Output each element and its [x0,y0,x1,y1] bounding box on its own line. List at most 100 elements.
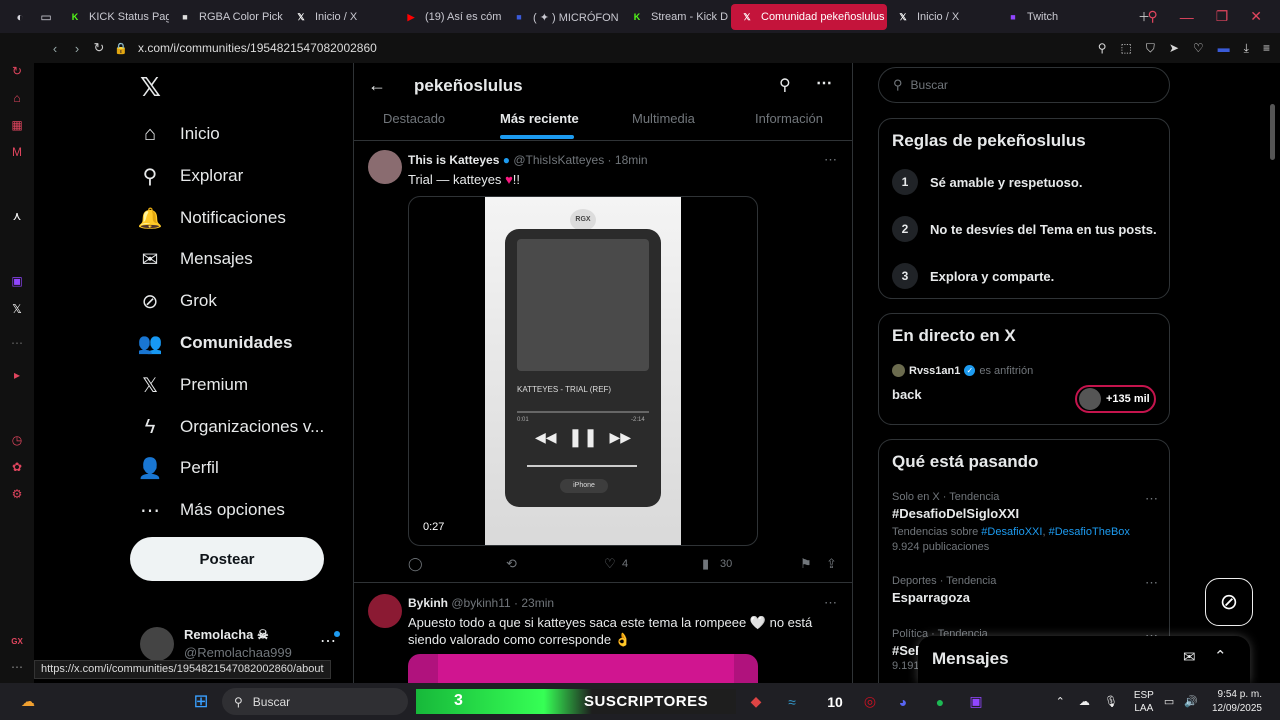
browser-tab[interactable]: ■ ( ✦ ) MICRÓFON [503,4,621,30]
more-icon[interactable]: ⋯ [816,73,832,93]
microphone-icon[interactable]: 🎙 [1104,695,1118,708]
tweet-media[interactable] [408,654,758,683]
clock[interactable]: 9:54 p. m. 12/09/2025 [1212,688,1262,716]
browser-tab[interactable]: K KICK Status Pag [59,4,169,30]
reply-icon[interactable]: ◯ [408,556,423,572]
tab-featured[interactable]: Destacado [383,111,445,126]
close-icon[interactable]: ✕ [1250,8,1262,25]
tab-media[interactable]: Multimedia [632,111,695,126]
reload-icon[interactable]: ↻ [88,40,110,56]
nav-messages[interactable]: ✉ Mensajes [138,247,253,271]
browser-tab[interactable]: ■ RGBA Color Pick [169,4,285,30]
new-message-icon[interactable]: ✉ [1183,648,1196,666]
more-icon[interactable]: ⋯ [1145,575,1158,591]
gx-icon[interactable]: GX [9,633,25,649]
tweet[interactable]: This is Katteyes ● @ThisIsKatteyes · 18m… [354,142,852,583]
search-icon[interactable]: ⚲ [1147,8,1157,25]
app-icon[interactable]: ≈ [780,689,804,714]
browser-tab[interactable]: K Stream - Kick D [621,4,731,30]
tab-latest[interactable]: Más reciente [500,111,579,126]
scrollbar[interactable] [1270,104,1275,160]
tray-chevron-icon[interactable]: ⌃ [1056,695,1065,708]
x-sidebar-icon[interactable]: 𝕏 [9,301,25,317]
trend-item[interactable]: Solo en X · Tendencia #DesafioDelSigloXX… [892,491,1158,553]
game-icon[interactable]: ▦ [9,117,25,133]
like-icon[interactable]: ♡ [604,556,616,572]
author-handle[interactable]: @ThisIsKatteyes [513,153,604,167]
url-field[interactable]: x.com/i/communities/1954821547082002860 [138,41,377,55]
browser-tab[interactable]: 𝕏 Inicio / X [285,4,395,30]
nav-more[interactable]: ⋯ Más opciones [138,498,285,522]
listeners-pill[interactable]: +135 mil [1075,385,1156,413]
nav-profile[interactable]: 👤 Perfil [138,456,219,480]
expand-icon[interactable]: ⌃ [1214,647,1227,665]
trend-item[interactable]: Deportes · Tendencia Esparragoza ⋯ [892,575,1158,605]
nav-premium[interactable]: 𝕏 Premium [138,373,248,397]
spotify-icon[interactable]: ● [928,689,952,714]
language-indicator[interactable]: ESP LAA [1134,689,1154,715]
tab-list-icon[interactable]: ▭ [33,4,59,30]
twitch-icon[interactable]: ▣ [964,689,988,714]
tweet-time[interactable]: 23min [521,596,554,610]
nav-explore[interactable]: ⚲ Explorar [138,164,244,188]
x-logo-icon[interactable]: 𝕏 [140,73,161,103]
trend-link[interactable]: #DesafioXXI [981,526,1042,538]
kick-sidebar-icon[interactable]: ⋏ [9,208,25,224]
extensions-icon[interactable]: ✿ [9,459,25,475]
taskbar-search[interactable]: ⚲ Buscar [222,688,408,715]
avatar[interactable] [368,150,402,184]
twitch-sidebar-icon[interactable]: ▣ [9,273,25,289]
forward-nav-icon[interactable]: › [66,41,88,56]
extension-icon[interactable]: ▬ [1218,41,1230,55]
live-host[interactable]: Rvss1an1 ✓ es anfitrión [892,364,1033,377]
grok-button[interactable]: ⊘ [1205,578,1253,626]
nav-grok[interactable]: ⊘ Grok [138,289,217,313]
browser-tab[interactable]: ■ Twitch [997,4,1107,30]
bag-icon[interactable]: ⌂ [9,90,25,106]
tweet-time[interactable]: 18min [615,153,648,167]
author-name[interactable]: This is Katteyes [408,153,499,167]
browser-tab[interactable]: 𝕏 Comunidad pekeñoslulus [731,4,887,30]
sidebar-more-icon[interactable]: ⋯ [9,659,25,675]
browser-menu-icon[interactable]: ◐ [7,4,33,30]
nav-notifications[interactable]: 🔔 Notificaciones [138,206,286,230]
search-box[interactable]: ⚲ [878,67,1170,103]
views-icon[interactable]: ▮ [702,556,709,572]
tab-about[interactable]: Información [755,111,823,126]
more-icon[interactable]: ⋯ [824,152,837,168]
messages-drawer[interactable]: Mensajes ✉ ⌃ [918,636,1250,683]
screenshot-icon[interactable]: ⬚ [1120,41,1131,55]
post-button[interactable]: Postear [130,537,324,581]
retweet-icon[interactable]: ⟲ [506,556,517,572]
heart-icon[interactable]: ♡ [1193,41,1204,55]
browser-tab[interactable]: ▶ (19) Así es cóm [395,4,503,30]
download-icon[interactable]: ⤓ [1244,41,1249,56]
onedrive-icon[interactable]: ☁ [1079,695,1090,708]
volume-icon[interactable]: 🔊 [1184,695,1198,708]
video-player[interactable]: RGX KATTEYES - TRIAL (REF) 0:01 -2:14 ◀◀… [408,196,758,546]
avatar[interactable] [368,594,402,628]
pin-icon[interactable]: ⚲ [1098,41,1107,55]
windows-start-icon[interactable]: ⊞ [188,689,214,714]
back-nav-icon[interactable]: ‹ [44,41,66,56]
live-stream-title[interactable]: back [892,387,922,402]
nav-home[interactable]: ⌂ Inicio [138,122,220,146]
back-arrow-icon[interactable]: ← [368,75,386,96]
minimize-icon[interactable]: — [1180,9,1194,25]
nav-organizations[interactable]: ϟ Organizaciones v... [138,415,325,439]
more-sidebar-icon[interactable]: ⋯ [9,335,25,351]
shield-icon[interactable]: ⛉ [1146,41,1155,56]
app-icon[interactable]: ◆ [744,689,768,714]
maximize-icon[interactable]: ❐ [1216,8,1229,25]
author-handle[interactable]: @bykinh11 [451,596,510,610]
speed-dial-icon[interactable]: ↻ [9,63,25,79]
send-icon[interactable]: ➤ [1169,41,1179,55]
settings-icon[interactable]: ⚙ [9,486,25,502]
menu-icon[interactable]: ≡ [1263,41,1270,55]
nav-communities[interactable]: 👥 Comunidades [138,331,293,355]
more-icon[interactable]: ⋯ [1145,491,1158,507]
opera-gx-icon[interactable]: ◎ [858,689,882,714]
author-name[interactable]: Bykinh [408,596,448,610]
widgets-icon[interactable]: ☁ [16,689,40,714]
player-icon[interactable]: ▸ [9,367,25,383]
